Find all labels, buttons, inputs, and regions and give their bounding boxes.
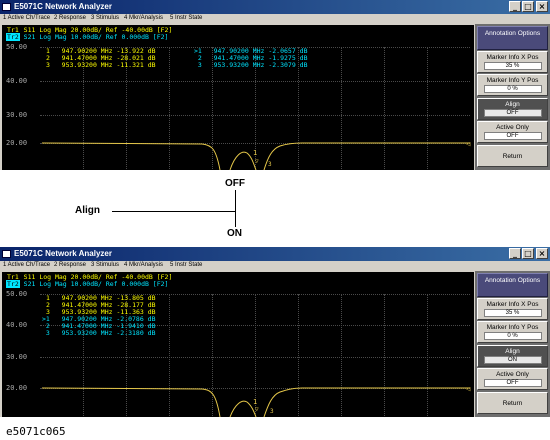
menu-mkr-analysis[interactable]: 4 Mkr/Analysis [124,262,163,268]
softkey-value: OFF [483,379,542,387]
align-on-label: ON [227,228,242,239]
softkey-marker-info-y-pos[interactable]: Marker Info Y Pos 0 % [477,74,548,96]
menu-stimulus[interactable]: 3 Stimulus [91,15,119,21]
menu-active-ch-trace[interactable]: 1 Active Ch/Trace [3,262,50,268]
softkey-label: Return [502,400,523,407]
svg-text:▽: ▽ [255,406,259,413]
s11-trace-curve: 1 ▽ 3 ◁ [41,385,470,417]
analyzer-window-top: E5071C Network Analyzer _ □ × 1 Active C… [0,0,550,170]
close-button[interactable]: × [536,1,548,12]
softkey-marker-info-x-pos[interactable]: Marker Info X Pos 35 % [477,298,548,320]
menu-mkr-analysis[interactable]: 4 Mkr/Analysis [124,15,163,21]
softkey-value: 0 % [483,85,542,93]
softkey-label: Marker Info X Pos [486,301,539,308]
title-bar: E5071C Network Analyzer _ □ × [0,247,550,261]
softkey-marker-info-y-pos[interactable]: Marker Info Y Pos 0 % [477,321,548,343]
softkey-value: OFF [483,109,542,117]
softkey-label: Marker Info X Pos [486,54,539,61]
menu-stimulus[interactable]: 3 Stimulus [91,262,119,268]
softkey-label: Align [505,101,520,108]
softkey-label: Marker Info Y Pos [486,324,539,331]
s11-trace-curve: 1 ▽ 3 ◁ [41,140,470,170]
app-icon [2,3,11,11]
title-bar: E5071C Network Analyzer _ □ × [0,0,550,14]
figure-caption: e5071c065 [6,425,66,438]
softkey-label: Return [502,153,523,160]
menu-bar: 1 Active Ch/Trace 2 Response 3 Stimulus … [0,14,550,24]
softkey-label: Active Only [496,124,529,131]
align-off-label: OFF [225,178,245,189]
softkey-panel: Annotation Options Marker Info X Pos 35 %… [475,271,550,417]
softkey-annotation-options[interactable]: Annotation Options [477,26,548,50]
softkey-value: OFF [483,132,542,140]
menu-response[interactable]: 2 Response [54,15,86,21]
maximize-button[interactable]: □ [522,1,534,12]
softkey-align[interactable]: Align ON [477,345,548,367]
menu-instr-state[interactable]: 5 Instr State [170,262,202,268]
app-icon [2,250,11,258]
svg-text:◁: ◁ [465,385,470,393]
softkey-return[interactable]: Return [477,145,548,167]
softkey-value: ON [483,356,542,364]
connector-line [112,211,236,212]
menu-response[interactable]: 2 Response [54,262,86,268]
softkey-value: 35 % [483,62,542,70]
softkey-label: Active Only [496,371,529,378]
softkey-align[interactable]: Align OFF [477,98,548,120]
minimize-button[interactable]: _ [509,1,521,12]
minimize-button[interactable]: _ [509,248,521,259]
svg-text:1: 1 [253,398,257,406]
svg-text:▽: ▽ [255,158,259,165]
softkey-label: Align [505,348,520,355]
menu-instr-state[interactable]: 5 Instr State [170,15,202,21]
svg-text:1: 1 [253,149,257,157]
softkey-value: 0 % [483,332,542,340]
connector-line [235,190,236,227]
window-title: E5071C Network Analyzer [14,2,112,11]
trace-display[interactable]: Tr1 S11 Log Mag 20.00dB/ Ref -40.00dB [F… [2,272,474,417]
svg-text:3: 3 [270,408,274,415]
softkey-active-only[interactable]: Active Only OFF [477,368,548,390]
maximize-button[interactable]: □ [522,248,534,259]
svg-text:3: 3 [268,161,272,168]
softkey-annotation-options[interactable]: Annotation Options [477,273,548,297]
softkey-label: Marker Info Y Pos [486,77,539,84]
softkey-label: Annotation Options [484,277,541,284]
svg-text:◁: ◁ [465,140,470,148]
softkey-panel: Annotation Options Marker Info X Pos 35 %… [475,24,550,170]
softkey-label: Annotation Options [484,30,541,37]
softkey-marker-info-x-pos[interactable]: Marker Info X Pos 35 % [477,51,548,73]
softkey-return[interactable]: Return [477,392,548,414]
menu-bar: 1 Active Ch/Trace 2 Response 3 Stimulus … [0,261,550,271]
window-title: E5071C Network Analyzer [14,249,112,258]
analyzer-window-bottom: E5071C Network Analyzer _ □ × 1 Active C… [0,247,550,417]
align-label: Align [75,205,100,216]
softkey-active-only[interactable]: Active Only OFF [477,121,548,143]
softkey-value: 35 % [483,309,542,317]
close-button[interactable]: × [536,248,548,259]
menu-active-ch-trace[interactable]: 1 Active Ch/Trace [3,15,50,21]
trace-display[interactable]: Tr1 S11 Log Mag 20.00dB/ Ref -40.00dB [F… [2,25,474,170]
